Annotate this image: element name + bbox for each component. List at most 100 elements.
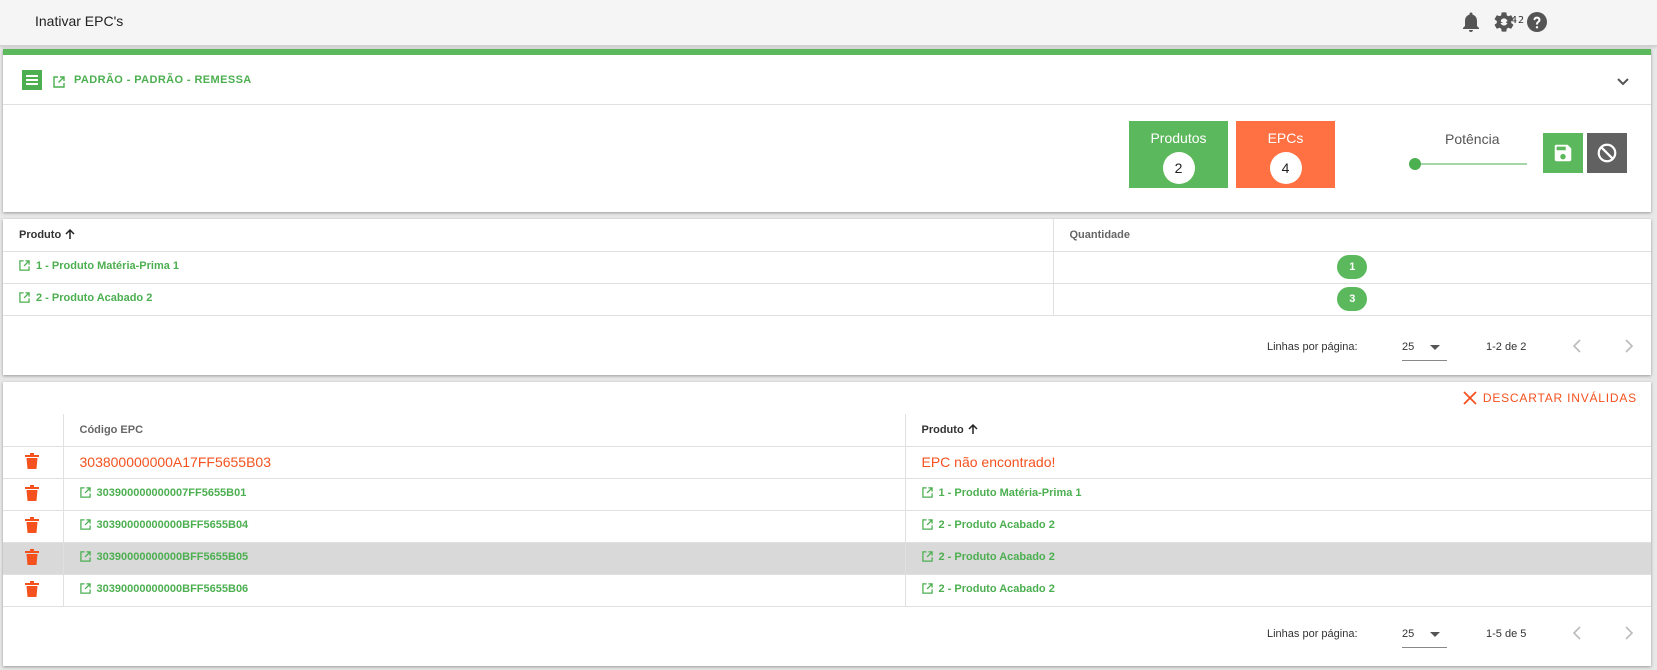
delete-button[interactable] — [25, 580, 39, 600]
chevron-down-icon[interactable] — [1615, 73, 1631, 89]
open-in-new-icon — [921, 487, 933, 498]
document-header: PADRÃO - PADRÃO - REMESSA — [3, 55, 1651, 105]
produtos-counter: Produtos 2 — [1129, 121, 1228, 188]
open-in-new-icon — [921, 519, 933, 530]
epc-code-link[interactable]: 303900000000007FF5655B01 — [79, 486, 247, 499]
rows-per-page-value: 25 — [1402, 628, 1415, 640]
rows-per-page-select[interactable]: 25 — [1402, 333, 1447, 361]
produto-link[interactable]: 2 - Produto Acabado 2 — [921, 518, 1055, 531]
open-in-new-icon — [19, 260, 30, 271]
open-in-new-icon — [921, 583, 933, 594]
top-bar: Inativar EPC's 1.42.0 — [0, 0, 1657, 46]
delete-cell — [3, 510, 64, 543]
epcs-label: EPCs — [1267, 130, 1304, 146]
quantidade-cell: 1 — [1053, 251, 1651, 284]
codigo-cell: 30390000000000BFF5655B04 — [63, 510, 906, 543]
rows-per-page-label: Linhas por página: — [1267, 341, 1358, 353]
table-row[interactable]: 303800000000A17FF5655B03 EPC não encontra… — [3, 446, 1651, 479]
table-row: 2 - Produto Acabado 2 3 — [3, 283, 1651, 316]
chevron-left-icon — [1572, 626, 1581, 640]
block-icon — [1597, 143, 1617, 163]
save-icon — [1554, 144, 1572, 162]
document-card: PADRÃO - PADRÃO - REMESSA Produtos 2 EPC… — [3, 49, 1651, 212]
epc-pagination: Linhas por página: 25 1-5 de 5 — [3, 606, 1651, 662]
delete-cell — [3, 478, 64, 511]
products-pagination: Linhas por página: 25 1-2 de 2 — [3, 319, 1651, 375]
table-row[interactable]: 30390000000000BFF5655B06 2 - Produto Acab… — [3, 574, 1651, 607]
column-header-produto-epc-label: Produto — [921, 424, 964, 437]
dropdown-arrow-icon — [1430, 345, 1440, 350]
epc-code-link[interactable]: 30390000000000BFF5655B06 — [79, 582, 249, 595]
document-title-link[interactable]: PADRÃO - PADRÃO - REMESSA — [74, 74, 252, 86]
epc-code-link[interactable]: 30390000000000BFF5655B05 — [79, 550, 249, 563]
rows-per-page-select[interactable]: 25 — [1402, 620, 1447, 648]
produto-link[interactable]: 1 - Produto Matéria-Prima 1 — [921, 486, 1082, 499]
delete-cell — [3, 574, 64, 607]
discard-invalid-button[interactable]: DESCARTAR INVÁLIDAS — [1463, 391, 1637, 405]
column-header-quantidade[interactable]: Quantidade — [1053, 219, 1651, 252]
rows-per-page-value: 25 — [1402, 341, 1415, 353]
epc-code: 30390000000000BFF5655B06 — [96, 582, 249, 595]
open-in-new-icon — [19, 292, 30, 303]
table-row: 1 - Produto Matéria-Prima 1 1 — [3, 251, 1651, 284]
epcs-count: 4 — [1269, 152, 1302, 184]
epc-code: 303800000000A17FF5655B03 — [79, 454, 272, 470]
cancel-button[interactable] — [1587, 133, 1627, 173]
produtos-count: 2 — [1162, 152, 1195, 184]
table-row[interactable]: 30390000000000BFF5655B04 2 - Produto Acab… — [3, 510, 1651, 543]
epc-card: DESCARTAR INVÁLIDAS Código EPC Produto 3… — [3, 382, 1651, 666]
produto-cell: 1 - Produto Matéria-Prima 1 — [3, 251, 1054, 284]
next-page-button[interactable] — [1617, 335, 1639, 357]
save-button[interactable] — [1543, 133, 1583, 173]
codigo-cell: 30390000000000BFF5655B05 — [63, 542, 906, 575]
produto-link[interactable]: 2 - Produto Acabado 2 — [19, 292, 152, 304]
produto-link-label: 1 - Produto Matéria-Prima 1 — [938, 486, 1082, 499]
next-page-button[interactable] — [1617, 622, 1639, 644]
delete-cell — [3, 446, 64, 479]
help-icon[interactable] — [1525, 10, 1549, 34]
epc-code: 303900000000007FF5655B01 — [96, 486, 247, 499]
codigo-cell: 303900000000007FF5655B01 — [63, 478, 906, 511]
epc-code: 30390000000000BFF5655B05 — [96, 550, 249, 563]
gear-icon[interactable] — [1492, 10, 1516, 34]
produto-link[interactable]: 2 - Produto Acabado 2 — [921, 583, 1055, 595]
produto-link-label: 2 - Produto Acabado 2 — [36, 291, 153, 304]
delete-button[interactable] — [25, 516, 39, 536]
open-in-new-icon — [79, 519, 91, 530]
column-header-produto[interactable]: Produto — [3, 219, 1054, 252]
produto-link-label: 2 - Produto Acabado 2 — [938, 518, 1055, 531]
potencia-slider-knob[interactable] — [1409, 158, 1421, 170]
dropdown-arrow-icon — [1430, 632, 1440, 637]
produto-link-label: 2 - Produto Acabado 2 — [938, 550, 1055, 563]
column-header-codigo[interactable]: Código EPC — [63, 414, 906, 447]
produto-cell: 2 - Produto Acabado 2 — [905, 574, 1651, 607]
epc-code-link[interactable]: 30390000000000BFF5655B04 — [79, 519, 248, 531]
bell-icon[interactable] — [1459, 10, 1483, 34]
produto-link[interactable]: 2 - Produto Acabado 2 — [921, 550, 1055, 563]
codigo-cell: 30390000000000BFF5655B06 — [63, 574, 906, 607]
chevron-right-icon — [1625, 626, 1634, 640]
page-title: Inativar EPC's — [35, 13, 124, 29]
column-header-produto-epc[interactable]: Produto — [905, 414, 1651, 447]
trash-icon — [25, 580, 39, 597]
open-in-new-icon — [79, 583, 91, 594]
prev-page-button[interactable] — [1567, 622, 1589, 644]
produtos-label: Produtos — [1150, 130, 1207, 146]
delete-button[interactable] — [25, 548, 39, 568]
open-in-new-icon[interactable] — [53, 75, 65, 88]
trash-icon — [25, 516, 39, 533]
potencia-slider[interactable] — [1409, 158, 1527, 170]
produto-link[interactable]: 1 - Produto Matéria-Prima 1 — [19, 260, 179, 272]
arrow-up-icon — [968, 424, 978, 435]
epc-table: Código EPC Produto 303800000000A17FF5655… — [3, 414, 1651, 607]
table-row[interactable]: 303900000000007FF5655B01 1 - Produto Maté… — [3, 478, 1651, 511]
column-header-produto-label: Produto — [19, 229, 62, 242]
table-row[interactable]: 30390000000000BFF5655B05 2 - Produto Acab… — [3, 542, 1651, 575]
trash-icon — [25, 548, 39, 565]
potencia-label: Potência — [1445, 131, 1500, 147]
delete-button[interactable] — [25, 452, 39, 472]
page-range: 1-5 de 5 — [1486, 628, 1527, 640]
prev-page-button[interactable] — [1567, 335, 1589, 357]
delete-button[interactable] — [25, 484, 39, 504]
page-range: 1-2 de 2 — [1486, 341, 1527, 353]
